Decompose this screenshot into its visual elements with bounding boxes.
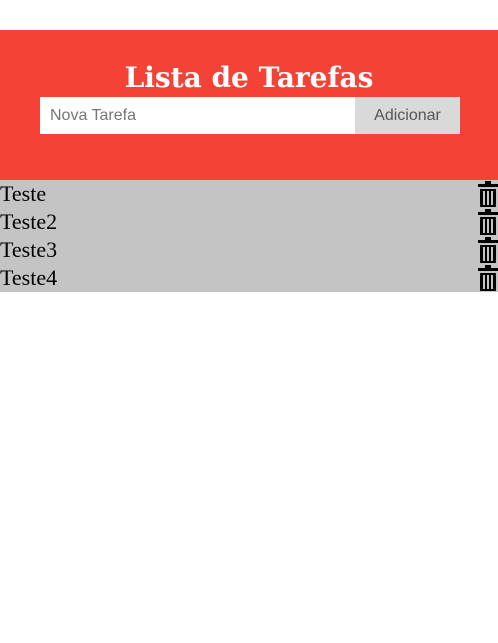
task-item: Teste4 [0, 264, 498, 292]
task-label: Teste4 [0, 265, 58, 290]
task-list: Teste Teste2 Teste3 Teste4 [0, 180, 498, 292]
add-task-button[interactable]: Adicionar [355, 97, 460, 134]
task-item: Teste2 [0, 208, 498, 236]
page-title: Lista de Tarefas [124, 61, 374, 94]
task-label: Teste2 [0, 209, 58, 234]
task-item: Teste3 [0, 236, 498, 264]
task-item: Teste [0, 180, 498, 208]
trash-icon[interactable] [478, 181, 498, 207]
task-label: Teste3 [0, 237, 58, 262]
new-task-input[interactable] [40, 97, 355, 134]
trash-icon[interactable] [478, 265, 498, 291]
trash-icon[interactable] [478, 209, 498, 235]
task-label: Teste [0, 181, 47, 206]
trash-icon[interactable] [478, 237, 498, 263]
